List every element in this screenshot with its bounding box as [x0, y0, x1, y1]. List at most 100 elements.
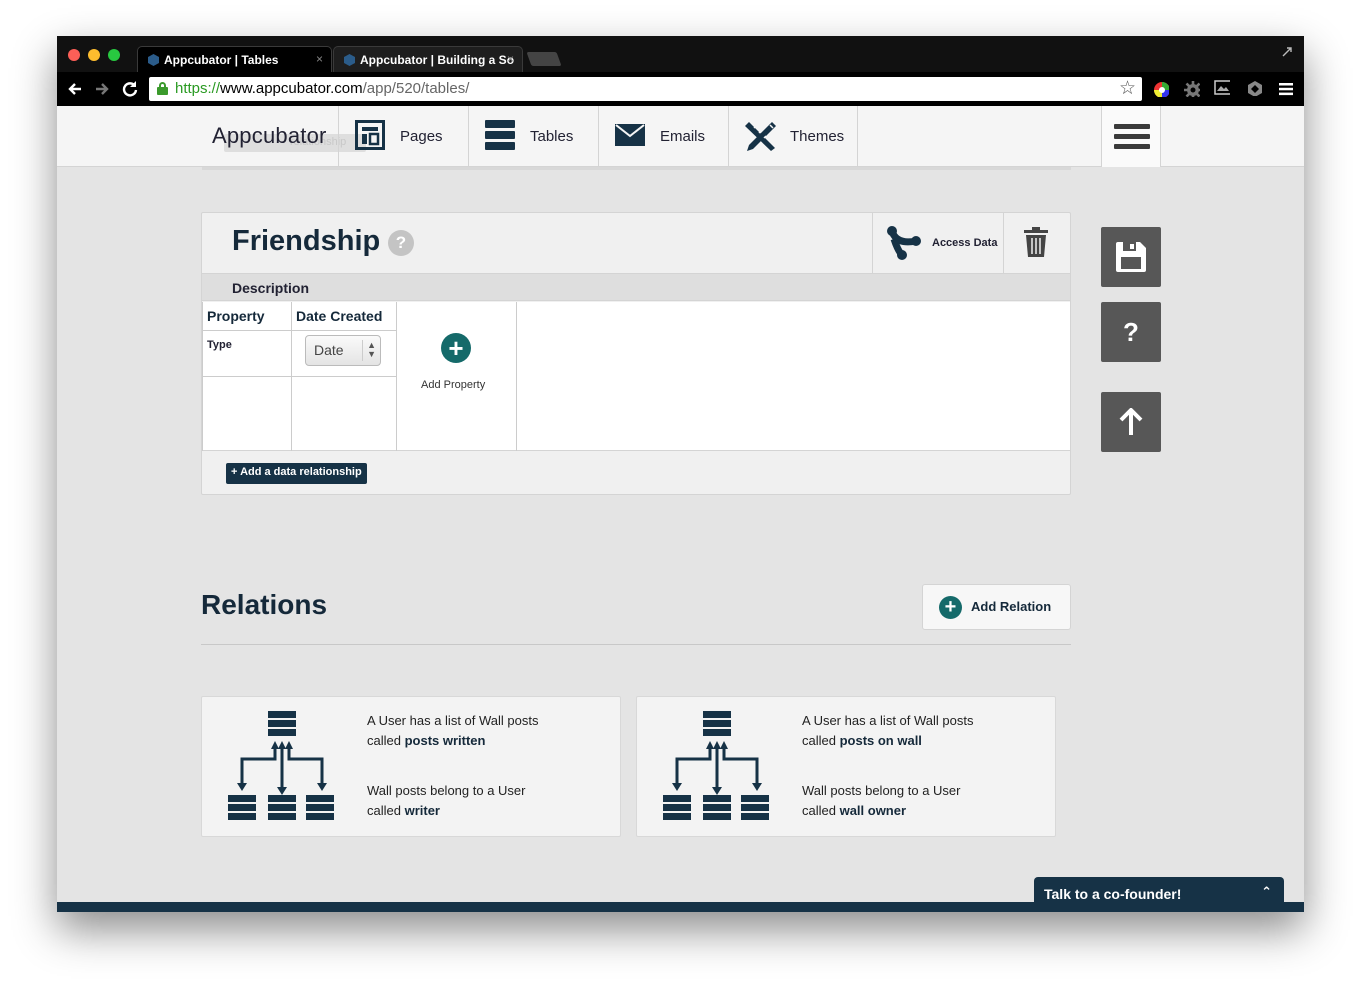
nav-item-themes[interactable]: Themes — [728, 106, 858, 167]
type-select[interactable]: Date ▲ ▼ — [305, 335, 381, 366]
access-data-button[interactable]: Access Data — [872, 213, 1004, 273]
tab-close-icon[interactable]: × — [316, 52, 323, 66]
pages-icon — [355, 120, 385, 150]
fullscreen-icon[interactable] — [1280, 45, 1294, 59]
appcubator-favicon-icon — [148, 54, 159, 66]
add-relation-button[interactable]: + Add Relation — [922, 584, 1071, 630]
add-property-column[interactable]: + Add Property — [397, 302, 517, 451]
type-row: Date ▲ ▼ — [292, 331, 396, 377]
description-bar[interactable]: Description — [202, 273, 1070, 301]
maximize-window-button[interactable] — [108, 49, 120, 61]
relation-line-prefix: called — [802, 803, 840, 818]
add-relation-plus-icon: + — [939, 596, 962, 619]
hamburger-menu-button[interactable] — [1101, 106, 1161, 167]
relation-line: A User has a list of Wall posts — [367, 713, 539, 728]
trash-icon — [1024, 227, 1048, 257]
date-created-column: Date Created Date ▲ ▼ — [292, 302, 397, 451]
tab-close-icon[interactable]: × — [507, 52, 514, 66]
menu-line — [1114, 144, 1150, 149]
relation-has-many-text: A User has a list of Wall posts called p… — [367, 711, 538, 751]
relations-divider — [201, 644, 1071, 645]
reload-icon[interactable] — [121, 80, 139, 98]
url-path: /app/520/tables/ — [362, 80, 470, 97]
color-picker-extension-icon[interactable] — [1153, 81, 1169, 97]
one-to-many-relation-icon — [228, 711, 334, 820]
table-help-icon[interactable]: ? — [388, 230, 414, 256]
close-window-button[interactable] — [68, 49, 80, 61]
brand-logo[interactable]: Appcubator — [212, 123, 327, 149]
settings-gear-icon[interactable] — [1184, 81, 1200, 97]
tab-title: Appcubator | Building a So — [360, 53, 515, 67]
app-page: relationship Appcubator Pages Tables Ema… — [57, 106, 1304, 912]
property-column: Property Type — [202, 302, 292, 451]
browser-window: Appcubator | Tables × Appcubator | Build… — [57, 36, 1304, 912]
relation-name: wall owner — [839, 803, 907, 818]
access-data-label: Access Data — [932, 237, 998, 249]
relation-belongs-to-text: Wall posts belong to a User called wall … — [802, 781, 960, 821]
relation-line: A User has a list of Wall posts — [802, 713, 974, 728]
add-property-plus-icon[interactable]: + — [441, 333, 471, 363]
chevron-up-icon[interactable]: ⌃ — [1261, 885, 1272, 900]
table-name[interactable]: Friendship — [232, 225, 380, 258]
description-label: Description — [232, 280, 310, 296]
tab-appcubator-tables[interactable]: Appcubator | Tables × — [137, 46, 332, 72]
address-bar[interactable]: https://www.appcubator.com/app/520/table… — [149, 77, 1142, 101]
cofounder-chat-widget[interactable]: Talk to a co-founder! ⌃ — [1034, 877, 1284, 912]
one-to-many-relation-icon — [663, 711, 769, 820]
tab-title: Appcubator | Tables — [164, 53, 279, 67]
relation-name: posts written — [404, 733, 486, 748]
bookmark-star-icon[interactable]: ☆ — [1119, 77, 1136, 99]
nav-item-label: Emails — [660, 128, 706, 145]
tab-appcubator-building[interactable]: Appcubator | Building a So × — [333, 46, 523, 72]
relations-title: Relations — [201, 589, 328, 620]
access-data-icon — [887, 226, 921, 260]
nav-item-emails[interactable]: Emails — [598, 106, 728, 167]
app-navbar: relationship Appcubator Pages Tables Ema… — [57, 106, 1304, 167]
url-host: www.appcubator.com — [220, 80, 363, 97]
save-icon — [1116, 242, 1146, 272]
nav-item-label: Tables — [530, 128, 574, 145]
relation-name: posts on wall — [839, 733, 922, 748]
add-relation-label: Add Relation — [971, 599, 1052, 614]
delete-table-button[interactable] — [1004, 213, 1071, 273]
type-row: Type — [203, 331, 291, 377]
chrome-menu-icon[interactable] — [1279, 82, 1295, 98]
relation-line-prefix: called — [367, 803, 405, 818]
menu-line — [1114, 124, 1150, 129]
back-icon[interactable] — [67, 81, 83, 97]
scroll-top-button[interactable] — [1101, 392, 1161, 452]
navbar-divider — [202, 167, 1071, 170]
nav-item-tables[interactable]: Tables — [468, 106, 598, 167]
nav-item-pages[interactable]: Pages — [338, 106, 468, 167]
help-button[interactable]: ? — [1101, 302, 1161, 362]
select-arrows-icon: ▲ ▼ — [362, 340, 376, 361]
save-button[interactable] — [1101, 227, 1161, 287]
chat-label: Talk to a co-founder! — [1044, 886, 1182, 902]
add-data-relationship-button[interactable]: + Add a data relationship — [226, 463, 367, 484]
minimize-window-button[interactable] — [88, 49, 100, 61]
url-scheme: https:// — [175, 80, 221, 97]
lock-icon — [157, 82, 168, 95]
column-header[interactable]: Date Created — [292, 302, 396, 331]
relation-has-many-text: A User has a list of Wall posts called p… — [802, 711, 973, 751]
pencil-ruler-icon — [745, 122, 776, 151]
add-property-label[interactable]: Add Property — [421, 379, 485, 391]
relation-belongs-to-text: Wall posts belong to a User called write… — [367, 781, 525, 821]
relation-line-prefix: called — [802, 733, 840, 748]
relation-line: Wall posts belong to a User — [802, 783, 961, 798]
browser-toolbar: https://www.appcubator.com/app/520/table… — [57, 72, 1304, 106]
nav-item-label: Themes — [790, 128, 845, 145]
type-label: Type — [207, 339, 232, 351]
appcubator-favicon-icon — [344, 54, 355, 66]
new-tab-button[interactable] — [526, 52, 562, 66]
menu-line — [1114, 134, 1150, 139]
relation-card[interactable]: A User has a list of Wall posts called p… — [636, 696, 1056, 837]
relation-card[interactable]: A User has a list of Wall posts called p… — [201, 696, 621, 837]
hexagon-extension-icon[interactable] — [1246, 80, 1262, 96]
relation-line: Wall posts belong to a User — [367, 783, 526, 798]
column-header: Property — [203, 302, 291, 331]
screenshot-extension-icon[interactable] — [1214, 80, 1230, 96]
envelope-icon — [615, 124, 645, 146]
forward-icon[interactable] — [94, 81, 110, 97]
properties-table: Property Type Date Created Date ▲ ▼ + Ad… — [202, 302, 1070, 451]
